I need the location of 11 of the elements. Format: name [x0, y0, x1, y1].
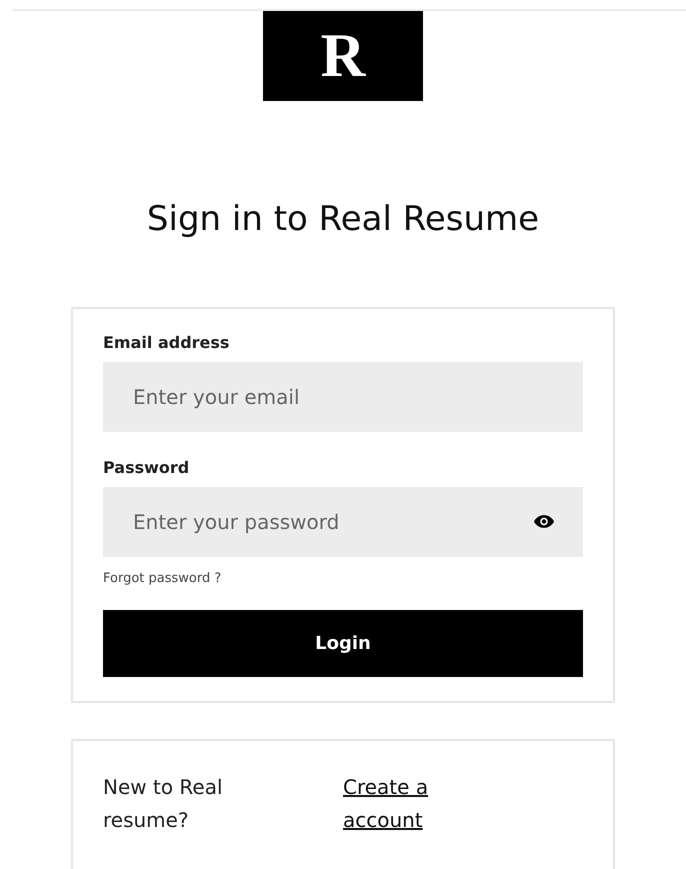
signup-prompt: New to Real resume? [103, 774, 224, 834]
logo: R [263, 11, 423, 101]
field-label: Email address [103, 333, 230, 352]
forgot-password-link[interactable]: Forgot password ? [103, 571, 222, 586]
page-title: Sign in to Real Resume [146, 198, 540, 241]
login-button[interactable]: Login [103, 610, 583, 677]
password-field[interactable]: Enter your password [103, 487, 583, 557]
email-field[interactable]: Enter your email [103, 362, 583, 432]
create-account-link[interactable]: Create a account [343, 771, 473, 837]
field-label: Password [103, 458, 190, 477]
eye-icon[interactable] [533, 514, 555, 529]
